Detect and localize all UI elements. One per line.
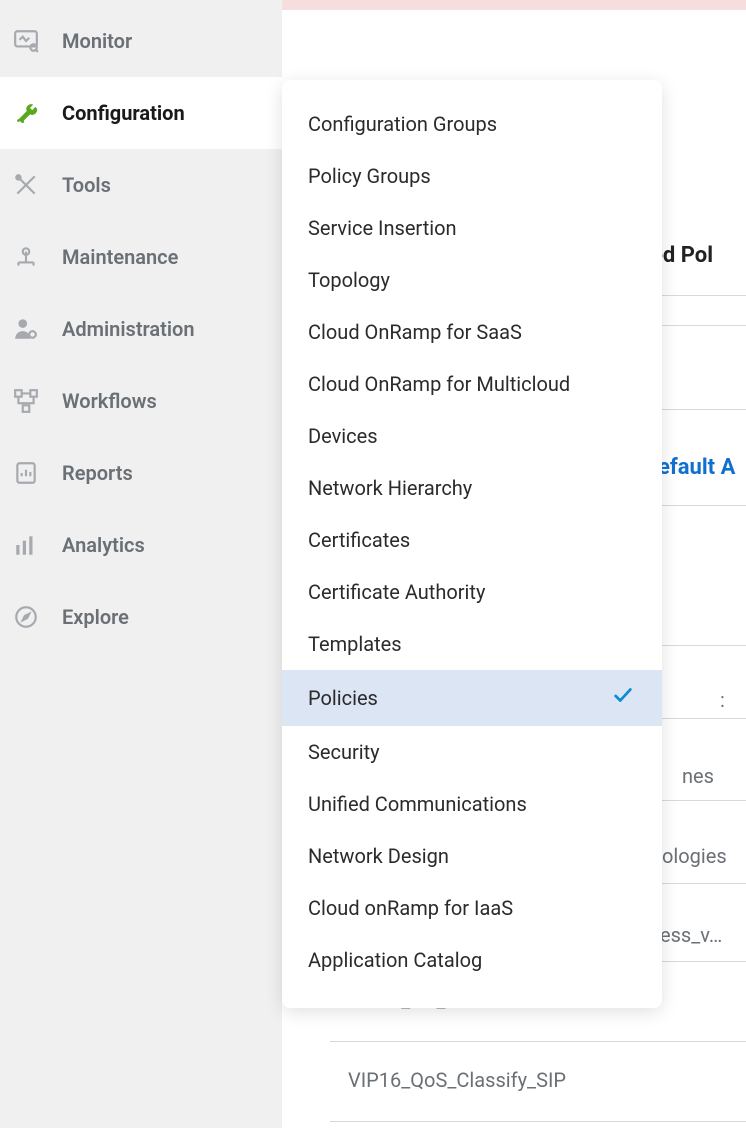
submenu-label: Policy Groups [308,164,431,188]
list-item[interactable]: VIP16_QoS_Classify_SIP [348,1048,746,1112]
tools-icon [12,171,40,199]
sidebar-item-analytics[interactable]: Analytics [0,509,282,581]
submenu-item-network-hierarchy[interactable]: Network Hierarchy [282,462,662,514]
submenu-item-certificates[interactable]: Certificates [282,514,662,566]
submenu-item-network-design[interactable]: Network Design [282,830,662,882]
sidebar-item-administration[interactable]: Administration [0,293,282,365]
submenu-item-devices[interactable]: Devices [282,410,662,462]
admin-icon [12,315,40,343]
submenu-label: Cloud OnRamp for Multicloud [308,372,570,396]
analytics-icon [12,531,40,559]
sidebar-item-reports[interactable]: Reports [0,437,282,509]
submenu-item-policy-groups[interactable]: Policy Groups [282,150,662,202]
submenu-label: Cloud OnRamp for SaaS [308,320,522,344]
sidebar-item-tools[interactable]: Tools [0,149,282,221]
monitor-icon [12,27,40,55]
alert-banner [282,0,746,10]
sidebar-item-label: Reports [62,461,133,485]
list-item: : [720,668,746,732]
sidebar-item-label: Monitor [62,29,132,53]
submenu-label: Service Insertion [308,216,457,240]
reports-icon [12,459,40,487]
submenu-item-cloud-onramp-iaas[interactable]: Cloud onRamp for IaaS [282,882,662,934]
sidebar-item-explore[interactable]: Explore [0,581,282,653]
sidebar-item-monitor[interactable]: Monitor [0,5,282,77]
workflows-icon [12,387,40,415]
submenu-item-cloud-onramp-saas[interactable]: Cloud OnRamp for SaaS [282,306,662,358]
submenu-item-certificate-authority[interactable]: Certificate Authority [282,566,662,618]
wrench-icon [12,99,40,127]
divider [330,1121,746,1122]
submenu-label: Network Design [308,844,449,868]
submenu-label: Unified Communications [308,792,527,816]
submenu-label: Certificate Authority [308,580,485,604]
check-icon [612,684,634,712]
submenu-item-service-insertion[interactable]: Service Insertion [282,202,662,254]
submenu-item-templates[interactable]: Templates [282,618,662,670]
submenu-item-security[interactable]: Security [282,726,662,778]
submenu-label: Configuration Groups [308,112,497,136]
sidebar-item-configuration[interactable]: Configuration [0,77,282,149]
submenu-label: Network Hierarchy [308,476,472,500]
sidebar-item-label: Tools [62,173,111,197]
submenu-label: Templates [308,632,402,656]
divider [330,1041,746,1042]
maintenance-icon [12,243,40,271]
submenu-item-unified-communications[interactable]: Unified Communications [282,778,662,830]
submenu-label: Cloud onRamp for IaaS [308,896,513,920]
submenu-item-application-catalog[interactable]: Application Catalog [282,934,662,986]
submenu-item-configuration-groups[interactable]: Configuration Groups [282,98,662,150]
sidebar-item-workflows[interactable]: Workflows [0,365,282,437]
submenu-item-policies[interactable]: Policies [282,670,662,726]
sidebar-item-label: Explore [62,605,129,629]
list-item: ess_v… [660,903,746,967]
sidebar-item-label: Workflows [62,389,157,413]
submenu-label: Application Catalog [308,948,482,972]
sidebar-item-label: Administration [62,317,195,341]
compass-icon [12,603,40,631]
list-item: ologies [662,824,746,888]
configuration-submenu: Configuration Groups Policy Groups Servi… [282,80,662,1008]
submenu-label: Topology [308,268,390,292]
submenu-label: Certificates [308,528,410,552]
submenu-item-cloud-onramp-multicloud[interactable]: Cloud OnRamp for Multicloud [282,358,662,410]
submenu-item-topology[interactable]: Topology [282,254,662,306]
sidebar: Monitor Configuration Tools [0,0,282,1128]
breadcrumb-link[interactable]: efault A [658,455,735,480]
sidebar-item-label: Maintenance [62,245,178,269]
submenu-label: Devices [308,424,378,448]
sidebar-item-maintenance[interactable]: Maintenance [0,221,282,293]
list-item: nes [682,744,746,808]
sidebar-item-label: Analytics [62,533,145,557]
sidebar-item-label: Configuration [62,101,185,125]
submenu-label: Security [308,740,380,764]
submenu-label: Policies [308,686,378,710]
